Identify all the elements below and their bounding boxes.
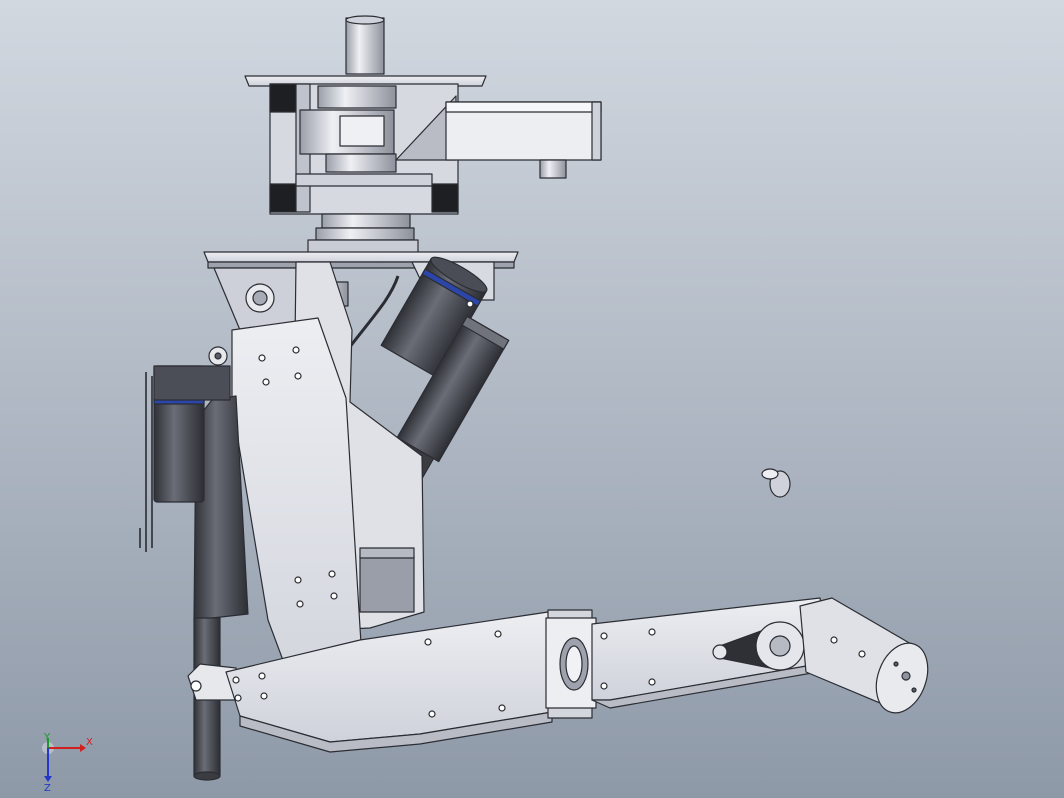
head-frame-corner-tl [269, 83, 297, 113]
arm-stub[interactable] [539, 159, 567, 179]
axis-y-label: Y [43, 732, 51, 743]
top-shaft[interactable] [345, 17, 385, 75]
axis-z-label: Z [44, 783, 51, 794]
head-pin[interactable] [339, 115, 385, 147]
elbow-inner-block [359, 555, 415, 613]
head-inner-hub[interactable] [317, 85, 397, 109]
cad-scene[interactable]: X Y Z [0, 0, 1064, 798]
top-shaft-end [345, 15, 385, 25]
base-plate[interactable] [203, 251, 519, 263]
axis-x-label: X [86, 737, 93, 748]
head-frame-corner-bl [269, 183, 297, 213]
cad-viewport[interactable]: X Y Z [0, 0, 1064, 798]
head-frame-corner-br [431, 183, 459, 213]
small-pulley[interactable] [712, 644, 728, 660]
wrist-housing[interactable] [545, 609, 597, 719]
